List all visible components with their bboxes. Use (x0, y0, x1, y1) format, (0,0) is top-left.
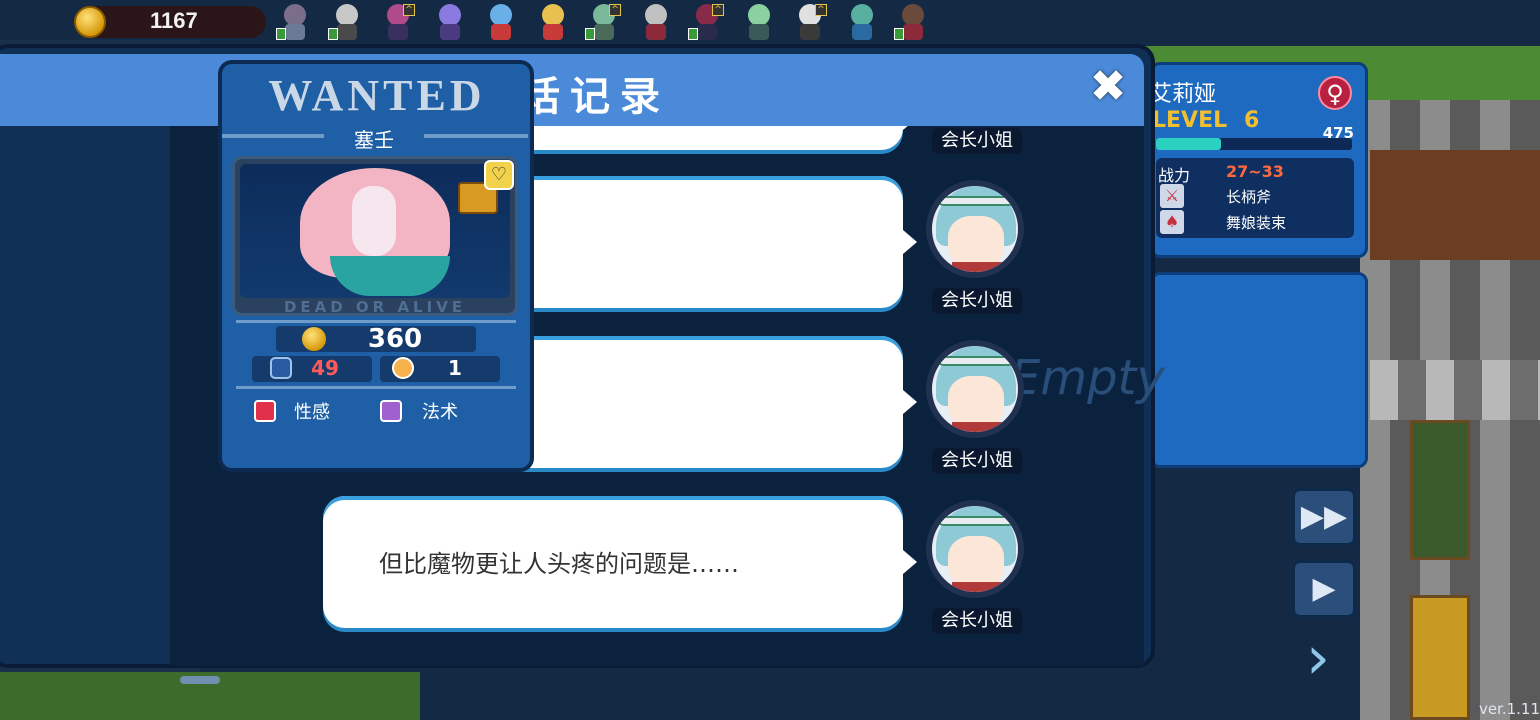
character-name: 艾莉娅 (1150, 82, 1217, 107)
dialog-title: 话记录 (520, 74, 670, 120)
book-icon (688, 28, 698, 40)
rank-up-icon: ^ (403, 4, 415, 16)
wanted-monster-name: 塞壬 (324, 124, 424, 152)
party-member-icon[interactable] (742, 4, 776, 40)
dress-icon: ♠ (1160, 210, 1184, 234)
party-member-icon[interactable] (276, 4, 312, 40)
speaker-avatar (926, 500, 1024, 598)
party-member-icon[interactable] (639, 4, 673, 40)
level-value: 6 (1244, 108, 1260, 133)
party-member-icon[interactable] (327, 4, 364, 40)
fast-forward-button[interactable]: ▶▶ (1292, 488, 1356, 546)
party-member-icon[interactable] (845, 4, 879, 40)
trait-label: 法术 (422, 402, 458, 423)
party-member-icon[interactable] (894, 4, 930, 40)
next-arrow-button[interactable]: › (1306, 628, 1352, 690)
trait-label: 性感 (294, 402, 330, 423)
heart-icon (254, 400, 276, 422)
gold-coin-icon (74, 6, 106, 38)
gold-coin-icon (302, 327, 326, 351)
tavern-shelf (1370, 150, 1540, 260)
party-member-icon[interactable] (484, 4, 518, 40)
shield-icon: ♡ (484, 160, 514, 190)
trait-divider (236, 386, 516, 389)
mermaid-body (352, 186, 396, 256)
tavern-tiles (1370, 360, 1540, 420)
version-label: ver.1.11 (1478, 700, 1540, 718)
message-bubble: 但比魔物更让人头疼的问题是…… (323, 496, 917, 628)
wanted-title: WANTED (268, 71, 486, 120)
speaker-name: 会长小姐 (932, 448, 1022, 474)
rank-up-icon: ^ (712, 4, 724, 16)
party-member-icon[interactable] (433, 4, 467, 40)
clock-icon (392, 357, 414, 379)
time-value: 1 (448, 356, 462, 380)
power-value: 27~33 (1226, 162, 1284, 181)
speaker-name: 会长小姐 (932, 128, 1022, 154)
level-shield-icon (270, 357, 292, 379)
party-member-icon[interactable]: ^ (688, 4, 724, 40)
book-icon (327, 28, 338, 40)
armor-name: 舞娘装束 (1226, 214, 1287, 232)
book-icon (276, 28, 286, 40)
reward-divider (236, 320, 516, 323)
log-scrollbar[interactable] (180, 676, 220, 684)
exp-value: 475 (1322, 124, 1354, 142)
party-member-icon[interactable] (536, 4, 570, 40)
play-icon: ▶ (1312, 571, 1336, 606)
party-member-icon[interactable]: ^ (585, 4, 621, 40)
exp-bar-fill (1156, 138, 1221, 150)
speaker-avatar (926, 340, 1024, 438)
empty-character-slot[interactable] (1150, 272, 1368, 468)
close-button[interactable]: ✖ (1086, 65, 1130, 110)
book-icon (585, 28, 595, 40)
party-member-icon[interactable]: ^ (381, 4, 415, 40)
weapon-name: 长柄斧 (1226, 188, 1272, 206)
hexagram-icon (380, 400, 402, 422)
tavern-table (1410, 595, 1470, 720)
reward-value: 360 (367, 324, 423, 354)
rank-up-icon: ^ (609, 4, 621, 16)
speaker-name: 会长小姐 (932, 608, 1022, 634)
level-label: LEVEL (1152, 108, 1228, 133)
sword-icon: ⚔ (1160, 184, 1184, 208)
rank-up-icon: ^ (815, 4, 827, 16)
speaker-name: 会长小姐 (932, 288, 1022, 314)
tavern-table (1410, 420, 1470, 560)
dead-or-alive-caption: DEAD OR ALIVE (283, 298, 467, 316)
power-label: 战力 (1158, 166, 1191, 185)
female-icon: ♀ (1318, 76, 1352, 110)
monster-level: 49 (311, 356, 339, 380)
gold-amount: 1167 (150, 8, 198, 33)
message-text: 但比魔物更让人头疼的问题是…… (379, 550, 739, 578)
book-icon (894, 28, 904, 40)
play-button[interactable]: ▶ (1292, 560, 1356, 618)
fast-forward-icon: ▶▶ (1300, 499, 1348, 534)
party-member-icon[interactable]: ^ (793, 4, 827, 40)
speaker-avatar (926, 180, 1024, 278)
